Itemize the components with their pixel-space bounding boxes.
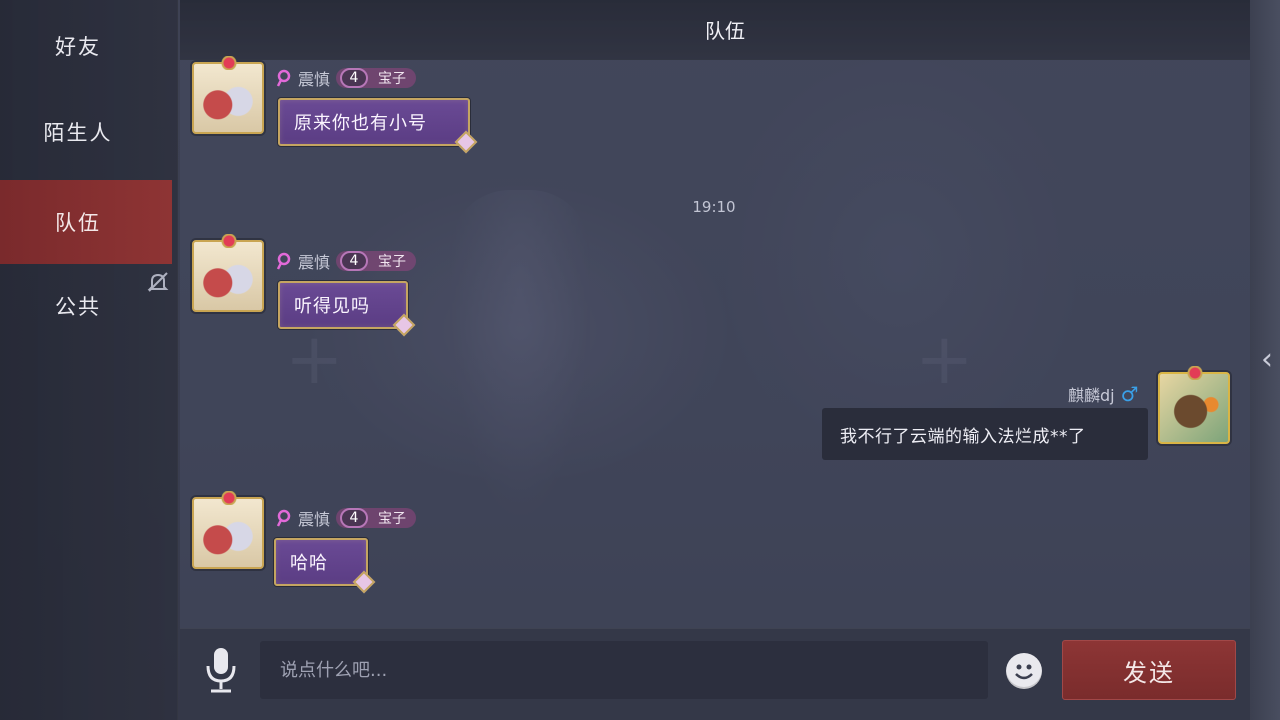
chat-header: 队伍 (180, 0, 1250, 60)
relation-tag: 宝子 (378, 71, 407, 87)
message-text: 原来你也有小号 (294, 113, 427, 134)
avatar[interactable] (192, 56, 264, 134)
sender-name[interactable]: 震慎 (298, 249, 330, 273)
message-bubble[interactable]: 哈哈 (274, 538, 368, 586)
message-text: 听得见吗 (294, 296, 370, 317)
relation-tag: 宝子 (378, 511, 407, 527)
sender-row: 震慎 4 宝子 (276, 249, 417, 273)
chevron-left-icon[interactable]: ‹ (1256, 340, 1278, 380)
sender-name[interactable]: 震慎 (298, 506, 330, 530)
mute-bell-icon[interactable] (146, 270, 170, 294)
location-pin-icon (276, 509, 291, 527)
location-pin-icon (276, 69, 291, 87)
tab-friends[interactable]: 好友 (0, 4, 172, 88)
message-bubble[interactable]: 原来你也有小号 (278, 98, 470, 146)
level-badge: 4 宝子 (336, 508, 417, 528)
message-text: 哈哈 (290, 553, 328, 574)
message-bubble[interactable]: 我不行了云端的输入法烂成**了 (822, 408, 1148, 460)
tab-strangers[interactable]: 陌生人 (0, 90, 172, 174)
sender-name[interactable]: 麒麟dj (1068, 382, 1115, 406)
chat-input[interactable] (260, 641, 988, 699)
tab-label: 公共 (55, 295, 101, 319)
tab-label: 好友 (55, 35, 101, 59)
level-badge: 4 宝子 (336, 251, 417, 271)
tab-label: 队伍 (55, 211, 101, 235)
emoji-button[interactable] (1006, 653, 1042, 689)
sender-row: 震慎 4 宝子 (276, 506, 417, 530)
sender-row: 震慎 4 宝子 (276, 66, 417, 90)
level-number: 4 (340, 508, 369, 528)
channel-sidebar: 好友 陌生人 队伍 公共 (0, 0, 178, 720)
avatar[interactable] (1158, 366, 1230, 444)
male-gender-icon: ♂ (1120, 382, 1139, 406)
level-number: 4 (340, 68, 369, 88)
avatar[interactable] (192, 234, 264, 312)
level-badge: 4 宝子 (336, 68, 417, 88)
sender-name[interactable]: 震慎 (298, 66, 330, 90)
page-title: 队伍 (705, 19, 745, 43)
location-pin-icon (276, 252, 291, 270)
message-text: 我不行了云端的输入法烂成**了 (840, 426, 1086, 447)
level-number: 4 (340, 251, 369, 271)
relation-tag: 宝子 (378, 254, 407, 270)
tab-team[interactable]: 队伍 (0, 180, 172, 264)
timestamp: 19:10 (692, 198, 736, 216)
microphone-icon[interactable] (203, 646, 239, 694)
message-bubble[interactable]: 听得见吗 (278, 281, 408, 329)
tab-label: 陌生人 (43, 121, 113, 145)
avatar[interactable] (192, 491, 264, 569)
smiley-icon (1015, 664, 1033, 680)
send-button[interactable]: 发送 (1062, 640, 1236, 700)
sender-row: 麒麟dj ♂ (1068, 382, 1139, 406)
